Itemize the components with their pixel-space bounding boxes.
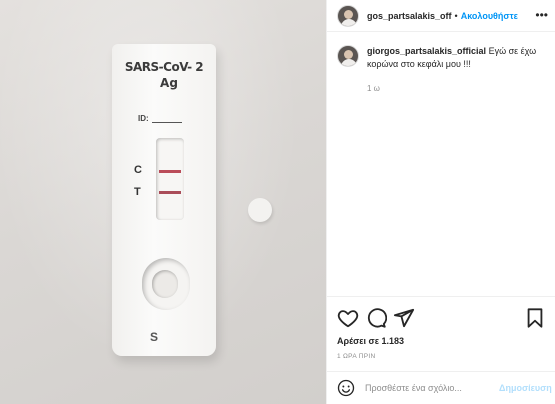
more-options-icon[interactable]: •••	[535, 9, 548, 21]
instagram-post: SARS-CoV- 2 Ag ID: C T S gos_partsalakis…	[0, 0, 555, 404]
share-icon[interactable]	[393, 307, 415, 329]
comment-input[interactable]	[365, 383, 495, 393]
follow-button[interactable]: Ακολουθήστε	[461, 11, 518, 21]
control-line-label: C	[134, 164, 142, 176]
caption-body: giorgos_partsalakis_official Εγώ σε έχω …	[367, 45, 549, 71]
post-header: gos_partsalakis_off • Ακολουθήστε •••	[327, 0, 555, 32]
add-comment-bar: Δημοσίευση	[327, 371, 555, 404]
post-photo[interactable]: SARS-CoV- 2 Ag ID: C T S	[0, 0, 326, 404]
avatar[interactable]	[337, 4, 359, 27]
post-comment-button[interactable]: Δημοσίευση	[499, 383, 552, 393]
caption-time: 1 ω	[367, 84, 380, 93]
bookmark-icon[interactable]	[524, 307, 546, 329]
photo-background-object	[248, 198, 272, 222]
caption-username[interactable]: giorgos_partsalakis_official	[367, 46, 486, 56]
test-line	[159, 191, 181, 194]
test-name-label: SARS-CoV- 2	[124, 60, 204, 74]
sample-well-hole	[152, 270, 178, 298]
emoji-icon[interactable]	[337, 379, 355, 397]
action-bar	[327, 296, 555, 336]
header-username[interactable]: gos_partsalakis_off	[367, 11, 452, 21]
post-side-panel: gos_partsalakis_off • Ακολουθήστε ••• gi…	[326, 0, 555, 404]
test-line-label: T	[134, 186, 141, 198]
comment-icon[interactable]	[365, 307, 388, 329]
sample-label: S	[150, 330, 159, 344]
likes-count[interactable]: Αρέσει σε 1.183	[337, 336, 404, 346]
test-type-label: Ag	[160, 76, 178, 90]
antigen-test-cassette: SARS-CoV- 2 Ag ID: C T S	[112, 44, 216, 356]
caption-avatar[interactable]	[337, 45, 359, 67]
control-line	[159, 170, 181, 173]
id-underline	[152, 122, 182, 123]
result-window	[156, 138, 184, 220]
caption-comment: giorgos_partsalakis_official Εγώ σε έχω …	[337, 45, 549, 71]
post-timestamp[interactable]: 1 ΩΡΑ ΠΡΙΝ	[337, 353, 375, 360]
header-separator: •	[454, 10, 458, 21]
id-label: ID:	[138, 114, 149, 123]
heart-icon[interactable]	[337, 307, 359, 329]
